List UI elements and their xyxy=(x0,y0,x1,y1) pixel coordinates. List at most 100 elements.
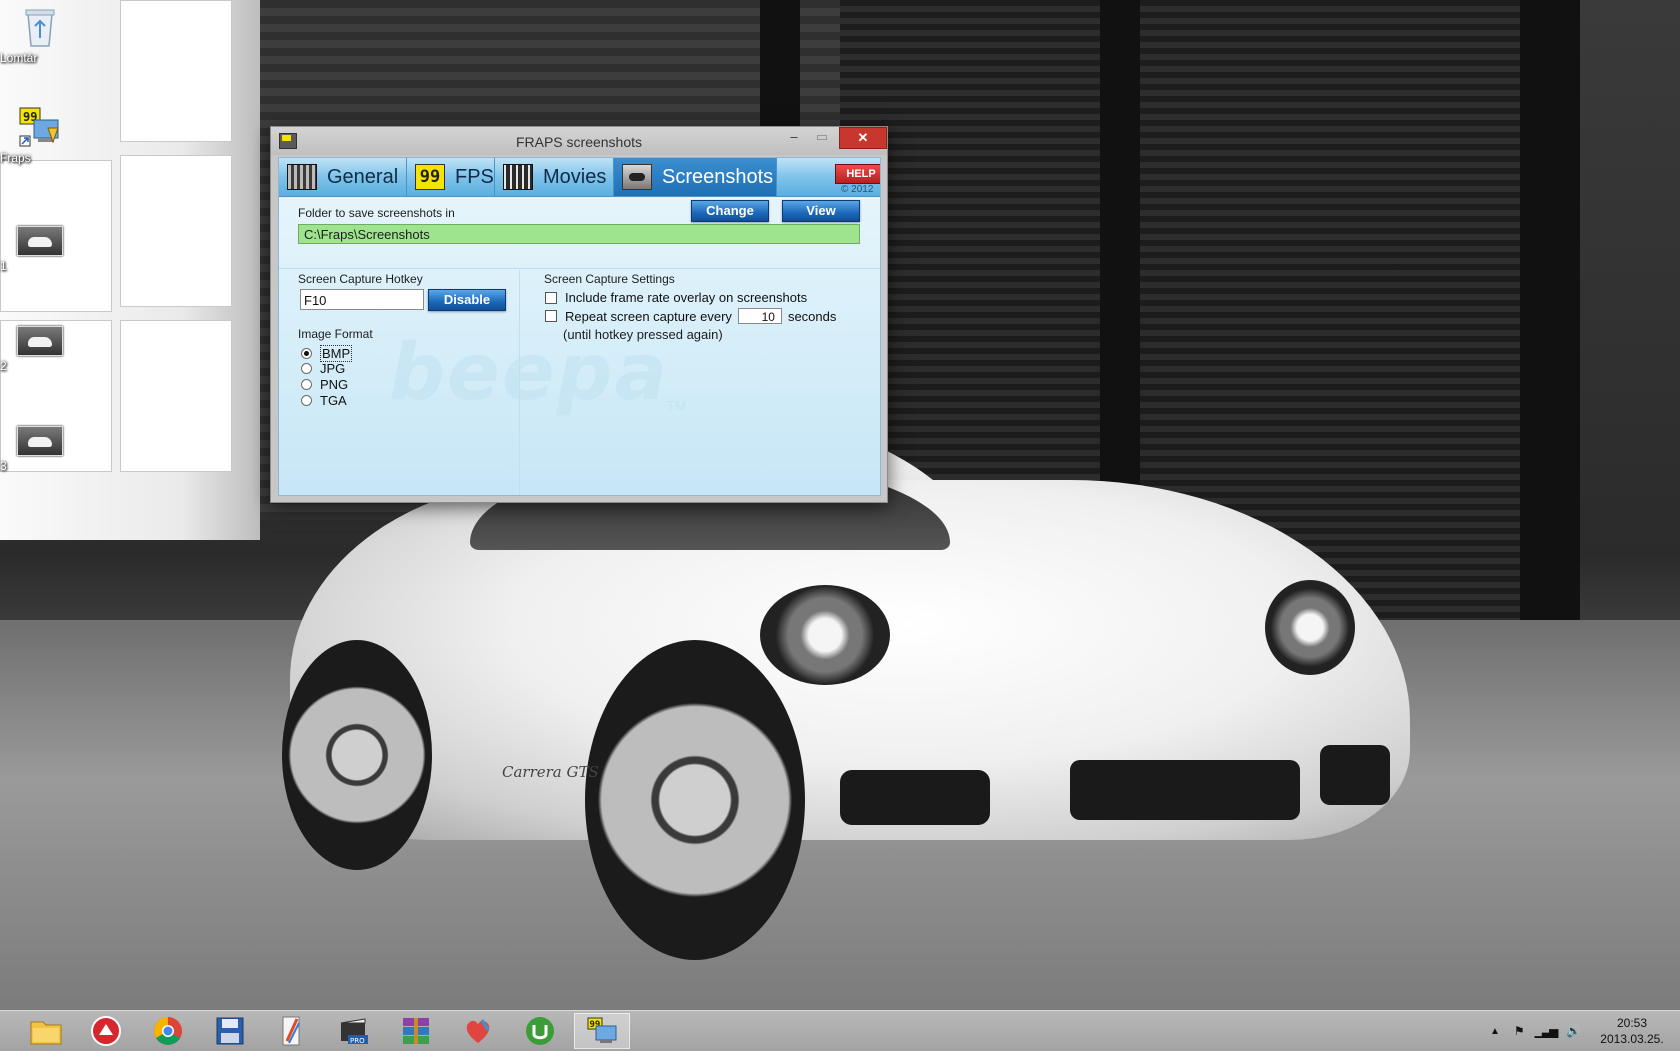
image-format-label: Image Format xyxy=(298,327,373,341)
window-pane xyxy=(120,320,232,472)
taskbar: PRO 99 ▲ ⚑ ▁▃▅ 🔊 20:53 2013.03.25. xyxy=(0,1010,1680,1051)
close-button[interactable]: ✕ xyxy=(839,127,887,149)
image-file-icon xyxy=(17,326,63,356)
radio-label: JPG xyxy=(320,361,346,376)
video-pro-icon: PRO xyxy=(340,1018,368,1045)
overlay-option[interactable]: Include frame rate overlay on screenshot… xyxy=(545,290,807,305)
desktop-icon-image-2[interactable]: 2 xyxy=(0,318,80,373)
radio-button[interactable] xyxy=(301,395,312,406)
overlay-checkbox[interactable] xyxy=(545,291,557,304)
car-grille xyxy=(1070,760,1300,820)
heart-app-icon xyxy=(466,1019,490,1043)
repeat-unit-label: seconds xyxy=(787,308,837,324)
desktop-icon-fraps[interactable]: 99 Fraps xyxy=(0,106,80,165)
repeat-checkbox[interactable] xyxy=(545,310,557,322)
repeat-capture-option[interactable]: Repeat screen capture every 10 seconds xyxy=(545,308,836,324)
clock-time: 20:53 xyxy=(1616,1016,1648,1030)
format-option-png[interactable]: PNG xyxy=(301,377,348,392)
recycle-bin-icon xyxy=(18,6,62,48)
window-titlebar[interactable]: FRAPS screenshots ‒ ▭ ✕ xyxy=(271,127,887,155)
desktop-icon-label: Fraps xyxy=(0,151,31,165)
desktop-icon-recycle-bin[interactable]: Lomtár xyxy=(0,6,80,65)
help-button[interactable]: HELP xyxy=(835,164,880,184)
tab-screenshots[interactable]: Screenshots xyxy=(614,158,777,196)
tab-label: General xyxy=(327,165,399,188)
taskbar-heart-app[interactable] xyxy=(450,1013,506,1049)
radio-button[interactable] xyxy=(301,363,312,374)
car-headlight xyxy=(1265,580,1355,675)
fps-tab-icon: 99 xyxy=(415,164,445,190)
radio-label: TGA xyxy=(320,393,347,408)
clock-date: 2013.03.25. xyxy=(1600,1032,1664,1046)
car-grille xyxy=(840,770,990,825)
taskbar-chrome[interactable] xyxy=(140,1013,196,1049)
taskbar-winrar[interactable] xyxy=(388,1013,444,1049)
window-client-area: General 99 FPS Movies Screenshots HELP ©… xyxy=(278,157,881,496)
format-option-bmp[interactable]: BMP xyxy=(301,345,353,362)
flag-icon[interactable]: ⚑ xyxy=(1514,1024,1525,1038)
desktop-icon-label: 1 xyxy=(0,259,7,273)
hotkey-input[interactable]: F10 xyxy=(300,289,424,310)
movies-tab-icon xyxy=(503,164,533,190)
car-headlight xyxy=(760,585,890,685)
copyright-text: © 2012 xyxy=(841,184,874,195)
folder-path-field[interactable]: C:\Fraps\Screenshots xyxy=(298,224,860,244)
hotkey-label: Screen Capture Hotkey xyxy=(298,272,423,286)
taskbar-paint[interactable] xyxy=(264,1013,320,1049)
change-folder-button[interactable]: Change xyxy=(691,200,769,222)
car-wheel xyxy=(585,640,805,960)
svg-text:PRO: PRO xyxy=(350,1037,365,1045)
minimize-button[interactable]: ‒ xyxy=(781,127,807,147)
taskbar-utorrent[interactable] xyxy=(512,1013,568,1049)
taskbar-clock[interactable]: 20:53 2013.03.25. xyxy=(1592,1015,1672,1047)
section-divider xyxy=(519,270,520,495)
taskbar-save-app[interactable] xyxy=(202,1013,258,1049)
repeat-note: (until hotkey pressed again) xyxy=(563,327,723,342)
tab-general[interactable]: General xyxy=(279,158,407,196)
wallpaper-pillar xyxy=(1520,0,1580,640)
tab-fps[interactable]: 99 FPS xyxy=(407,158,495,196)
car-wheel xyxy=(282,640,432,870)
general-tab-icon xyxy=(287,164,317,190)
network-icon[interactable]: ▁▃▅ xyxy=(1535,1024,1559,1038)
chrome-icon xyxy=(154,1017,182,1045)
taskbar-fraps[interactable]: 99 xyxy=(574,1013,630,1049)
tab-label: Movies xyxy=(543,165,607,188)
watermark-trademark: TM xyxy=(667,398,686,413)
format-option-tga[interactable]: TGA xyxy=(301,393,347,408)
floppy-save-icon xyxy=(216,1017,244,1045)
tab-bar: General 99 FPS Movies Screenshots HELP ©… xyxy=(279,158,880,197)
taskbar-file-explorer[interactable] xyxy=(18,1013,74,1049)
car-grille xyxy=(1320,745,1390,805)
taskbar-video-pro[interactable]: PRO xyxy=(326,1013,382,1049)
image-file-icon xyxy=(17,426,63,456)
radio-button[interactable] xyxy=(301,379,312,390)
tab-label: Screenshots xyxy=(662,165,774,188)
disable-hotkey-button[interactable]: Disable xyxy=(428,289,506,311)
desktop-icon-label: 3 xyxy=(0,459,7,473)
tab-movies[interactable]: Movies xyxy=(495,158,614,196)
desktop-icon-label: 2 xyxy=(0,359,7,373)
antivirus-icon xyxy=(91,1016,121,1046)
repeat-interval-input[interactable]: 10 xyxy=(737,308,782,324)
fraps-taskbar-icon: 99 xyxy=(587,1017,617,1043)
volume-icon[interactable]: 🔊 xyxy=(1566,1024,1581,1038)
radio-label: PNG xyxy=(320,377,349,392)
format-option-jpg[interactable]: JPG xyxy=(301,361,345,376)
radio-button[interactable] xyxy=(301,348,312,359)
tray-arrow-icon[interactable]: ▲ xyxy=(1490,1026,1500,1037)
folder-label: Folder to save screenshots in xyxy=(298,206,455,220)
screenshots-tab-icon xyxy=(622,164,652,190)
winrar-icon xyxy=(403,1018,429,1044)
wallpaper-window xyxy=(0,0,260,540)
taskbar-antivirus[interactable] xyxy=(78,1013,134,1049)
repeat-label: Repeat screen capture every xyxy=(565,308,732,324)
desktop-icon-image-3[interactable]: 3 xyxy=(0,418,80,473)
desktop-icon-image-1[interactable]: 1 xyxy=(0,218,80,273)
view-folder-button[interactable]: View xyxy=(782,200,860,222)
capture-settings-label: Screen Capture Settings xyxy=(544,272,675,286)
utorrent-icon xyxy=(526,1017,554,1045)
fraps-shortcut-icon: 99 xyxy=(18,106,62,148)
maximize-button[interactable]: ▭ xyxy=(809,127,835,147)
file-explorer-icon xyxy=(30,1021,62,1045)
